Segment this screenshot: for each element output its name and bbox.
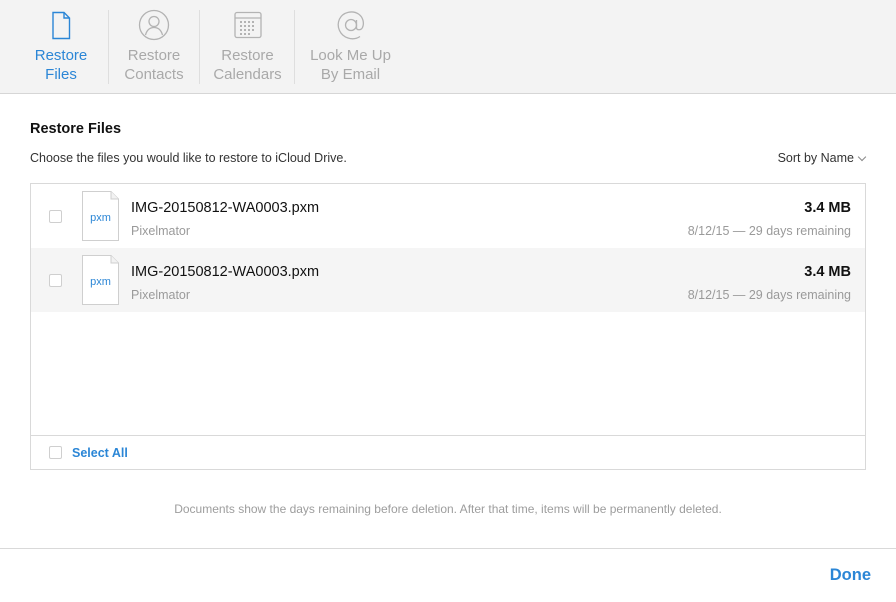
tab-divider xyxy=(108,10,109,84)
file-app: Pixelmator xyxy=(131,288,191,302)
contact-icon xyxy=(138,9,170,41)
tab-label: Look Me Up By Email xyxy=(310,47,391,83)
tab-label: Restore Contacts xyxy=(124,47,184,83)
at-sign-icon xyxy=(337,11,364,40)
file-name: IMG-20150812-WA0003.pxm xyxy=(131,200,320,216)
file-type-label: pxm xyxy=(90,276,111,288)
tab-restore-files[interactable]: Restore Files xyxy=(18,0,104,94)
select-all-button[interactable]: Select All xyxy=(72,446,128,460)
deletion-footnote: Documents show the days remaining before… xyxy=(174,502,722,516)
select-all-bar: Select All xyxy=(31,435,865,469)
calendar-icon xyxy=(233,11,262,39)
file-date-remaining: 8/12/15 — 29 days remaining xyxy=(687,288,851,302)
document-icon xyxy=(52,11,71,40)
tab-divider xyxy=(199,10,200,84)
file-row[interactable]: pxm IMG-20150812-WA0003.pxm Pixelmator 3… xyxy=(31,184,865,248)
tab-label: Restore Calendars xyxy=(213,47,282,83)
file-app: Pixelmator xyxy=(131,224,191,238)
chevron-down-icon xyxy=(857,152,867,162)
select-all-checkbox[interactable] xyxy=(49,446,62,459)
tab-restore-calendars[interactable]: Restore Calendars xyxy=(201,0,294,94)
done-button[interactable]: Done xyxy=(830,566,871,585)
section-subtitle: Choose the files you would like to resto… xyxy=(30,151,347,165)
tab-look-me-up[interactable]: Look Me Up By Email xyxy=(300,0,401,94)
file-date-remaining: 8/12/15 — 29 days remaining xyxy=(687,224,851,238)
file-checkbox[interactable] xyxy=(49,210,62,223)
file-checkbox[interactable] xyxy=(49,274,62,287)
tab-restore-contacts[interactable]: Restore Contacts xyxy=(110,0,198,94)
file-row[interactable]: pxm IMG-20150812-WA0003.pxm Pixelmator 3… xyxy=(31,248,865,312)
file-size: 3.4 MB xyxy=(804,200,851,216)
sort-dropdown[interactable]: Sort by Name xyxy=(777,151,867,165)
file-name: IMG-20150812-WA0003.pxm xyxy=(131,264,320,280)
divider xyxy=(0,548,896,549)
toolbar: Restore Files Restore Contacts Restore C… xyxy=(0,0,896,94)
file-icon: pxm xyxy=(82,191,119,241)
file-type-label: pxm xyxy=(90,212,111,224)
tab-divider xyxy=(294,10,295,84)
file-size: 3.4 MB xyxy=(804,264,851,280)
tab-label: Restore Files xyxy=(34,47,88,83)
sort-label: Sort by Name xyxy=(777,151,854,165)
file-icon: pxm xyxy=(82,255,119,305)
file-list: pxm IMG-20150812-WA0003.pxm Pixelmator 3… xyxy=(30,183,866,470)
section-title: Restore Files xyxy=(30,121,122,137)
